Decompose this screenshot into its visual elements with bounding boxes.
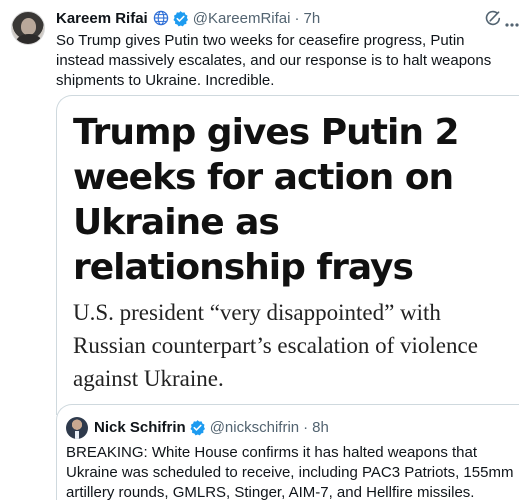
quoted-author-name[interactable]: Nick Schifrin bbox=[94, 419, 186, 436]
quoted-tweet[interactable]: Nick Schifrin @nickschifrin · 8h BREAKIN… bbox=[56, 404, 519, 500]
tweet-header: Kareem Rifai @KareemRifai · 7h bbox=[56, 8, 320, 28]
separator-dot: · bbox=[294, 9, 300, 27]
timestamp[interactable]: 7h bbox=[303, 10, 320, 27]
grok-icon[interactable] bbox=[484, 9, 502, 32]
article-headline: Trump gives Putin 2 weeks for action on … bbox=[73, 112, 460, 288]
avatar-face bbox=[21, 18, 36, 35]
author-handle[interactable]: @KareemRifai bbox=[193, 10, 291, 27]
verified-badge-icon[interactable] bbox=[189, 419, 206, 436]
author-avatar[interactable] bbox=[11, 11, 45, 45]
tweet-text: So Trump gives Putin two weeks for cease… bbox=[56, 32, 492, 89]
avatar-shirt bbox=[75, 431, 79, 439]
article-card-image[interactable]: Trump gives Putin 2 weeks for action on … bbox=[56, 95, 519, 415]
quoted-timestamp[interactable]: 8h bbox=[312, 419, 329, 436]
tweet[interactable]: Kareem Rifai @KareemRifai · 7h So Trump … bbox=[0, 0, 519, 500]
avatar-body bbox=[16, 34, 42, 44]
article-subheadline: U.S. president “very disappointed” with … bbox=[73, 300, 478, 391]
quoted-tweet-header: Nick Schifrin @nickschifrin · 8h bbox=[94, 417, 329, 437]
verified-badge-icon[interactable] bbox=[172, 10, 189, 27]
separator-dot: · bbox=[303, 418, 309, 436]
globe-icon bbox=[153, 10, 169, 26]
author-name[interactable]: Kareem Rifai bbox=[56, 10, 148, 27]
quoted-author-handle[interactable]: @nickschifrin bbox=[210, 419, 299, 436]
quoted-author-avatar[interactable] bbox=[66, 417, 88, 439]
quoted-tweet-text: BREAKING: White House confirms it has ha… bbox=[66, 444, 514, 500]
